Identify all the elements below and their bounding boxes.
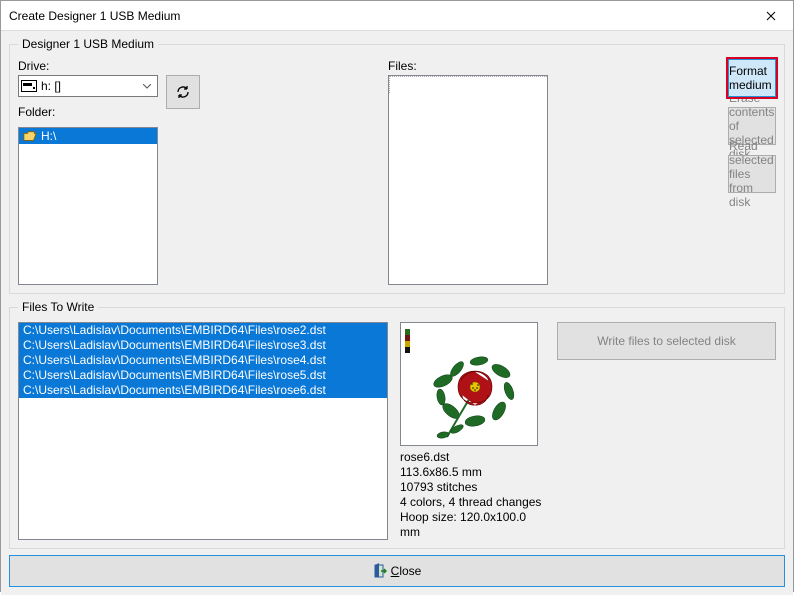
app-window: Create Designer 1 USB Medium Designer 1 … [0, 0, 794, 592]
files-list[interactable] [388, 75, 548, 285]
files-to-write-list[interactable]: C:\Users\Ladislav\Documents\EMBIRD64\Fil… [18, 322, 388, 540]
refresh-button[interactable] [166, 75, 200, 109]
format-medium-button[interactable]: Format medium [728, 59, 776, 97]
preview-filename: rose6.dst [400, 450, 545, 465]
files-to-write-group: Files To Write C:\Users\Ladislav\Documen… [9, 300, 785, 549]
folder-item-label: H:\ [41, 129, 56, 143]
drive-value: h: [] [41, 79, 61, 93]
read-files-button[interactable]: Read selected files from disk [728, 155, 776, 193]
drive-label: Drive: [18, 59, 158, 73]
chevron-down-icon [139, 76, 155, 96]
palette-swatch [405, 347, 410, 353]
preview-dimensions: 113.6x86.5 mm [400, 465, 545, 480]
close-button-label: Close [391, 564, 422, 578]
files-to-write-legend: Files To Write [18, 300, 98, 314]
folder-item[interactable]: H:\ [19, 128, 157, 144]
refresh-icon [175, 84, 191, 100]
list-item[interactable]: C:\Users\Ladislav\Documents\EMBIRD64\Fil… [19, 353, 387, 368]
folder-open-icon [23, 130, 37, 142]
drive-icon [21, 80, 37, 92]
window-body: Designer 1 USB Medium Drive: h: [] [1, 31, 793, 595]
list-item[interactable]: C:\Users\Ladislav\Documents\EMBIRD64\Fil… [19, 368, 387, 383]
drive-select[interactable]: h: [] [18, 75, 158, 97]
usb-medium-legend: Designer 1 USB Medium [18, 37, 158, 51]
close-button[interactable]: Close [9, 555, 785, 587]
list-item[interactable]: C:\Users\Ladislav\Documents\EMBIRD64\Fil… [19, 338, 387, 353]
write-files-button[interactable]: Write files to selected disk [557, 322, 776, 360]
preview [400, 322, 538, 446]
list-item[interactable]: C:\Users\Ladislav\Documents\EMBIRD64\Fil… [19, 383, 387, 398]
preview-stitches: 10793 stitches [400, 480, 545, 495]
list-item[interactable]: C:\Users\Ladislav\Documents\EMBIRD64\Fil… [19, 323, 387, 338]
close-window-button[interactable] [749, 1, 793, 30]
folder-list[interactable]: H:\ [18, 127, 158, 285]
usb-medium-group: Designer 1 USB Medium Drive: h: [] [9, 37, 785, 294]
preview-hoop: Hoop size: 120.0x100.0 mm [400, 510, 545, 540]
files-label: Files: [388, 59, 548, 73]
preview-colors: 4 colors, 4 thread changes [400, 495, 545, 510]
window-title: Create Designer 1 USB Medium [9, 9, 749, 23]
preview-palette [405, 329, 410, 353]
exit-icon [373, 563, 387, 579]
preview-image [423, 339, 527, 443]
titlebar: Create Designer 1 USB Medium [1, 1, 793, 31]
close-icon [766, 11, 776, 21]
folder-label: Folder: [18, 105, 158, 119]
preview-meta: rose6.dst 113.6x86.5 mm 10793 stitches 4… [400, 450, 545, 540]
